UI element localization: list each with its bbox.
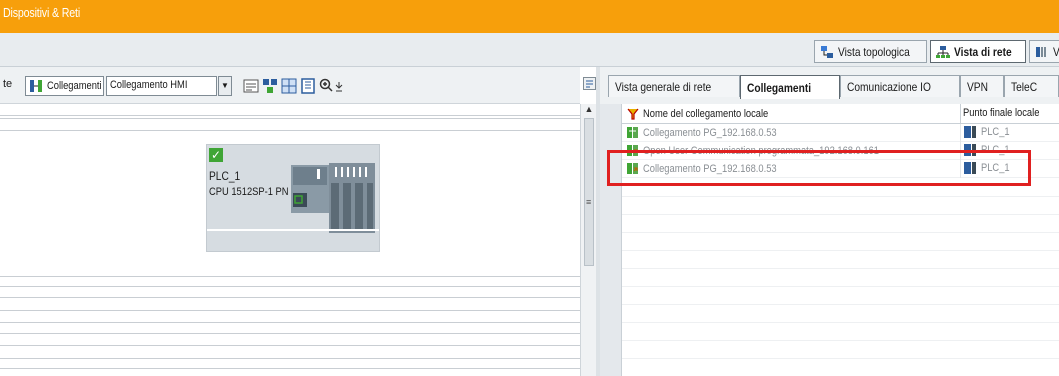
canvas-gridline bbox=[0, 333, 580, 334]
canvas-gridline bbox=[0, 118, 580, 119]
window-title: Dispositivi & Reti bbox=[3, 5, 81, 20]
toolbar-cut-label: te bbox=[3, 78, 13, 90]
tab-topology-view[interactable]: Vista topologica bbox=[814, 40, 927, 63]
connection-type-select[interactable]: Collegamento HMI bbox=[106, 76, 217, 96]
network-toolbar: te Collegamenti Collegamento HMI ▼ bbox=[0, 67, 580, 104]
device-cpu: CPU 1512SP-1 PN bbox=[209, 186, 289, 198]
connection-icon bbox=[627, 127, 638, 138]
plc-hardware-icon bbox=[291, 163, 375, 233]
window-expand-icon[interactable] bbox=[583, 77, 596, 90]
overview-tab-strip: Vista generale di rete Collegamenti Comu… bbox=[600, 67, 1059, 104]
tab-vpn[interactable]: VPN bbox=[960, 75, 1004, 97]
connections-table: Nome del collegamento locale Punto final… bbox=[600, 104, 1059, 376]
table-row[interactable]: Collegamento PG_192.168.0.53 PLC_1 bbox=[622, 124, 1059, 142]
empty-row bbox=[622, 340, 1059, 341]
canvas-gridline bbox=[0, 297, 580, 298]
network-icon[interactable] bbox=[262, 78, 278, 94]
page-icon[interactable] bbox=[300, 78, 316, 94]
empty-row bbox=[622, 322, 1059, 323]
canvas-gridline bbox=[0, 368, 580, 369]
scroll-thumb[interactable]: ≡ bbox=[584, 118, 594, 266]
column-separator bbox=[960, 124, 961, 142]
canvas-gridline bbox=[0, 358, 580, 359]
canvas-gridline bbox=[0, 115, 580, 116]
connections-icon bbox=[30, 80, 42, 92]
network-view-icon bbox=[936, 45, 950, 58]
tab-network-overview[interactable]: Vista generale di rete bbox=[608, 75, 740, 97]
device-name: PLC_1 bbox=[209, 169, 241, 183]
canvas-gridline bbox=[0, 130, 580, 131]
device-bus-band bbox=[207, 229, 379, 231]
empty-row bbox=[622, 358, 1059, 359]
canvas-gridline bbox=[0, 310, 580, 311]
column-header-connection-name[interactable]: Nome del collegamento locale bbox=[626, 107, 790, 120]
column-separator bbox=[960, 104, 961, 124]
table-header: Nome del collegamento locale Punto final… bbox=[622, 104, 1059, 124]
device-view-icon bbox=[1036, 46, 1046, 57]
highlight-box bbox=[607, 150, 1031, 186]
empty-row bbox=[622, 304, 1059, 305]
address-table-icon[interactable] bbox=[243, 78, 259, 94]
zoom-dropdown-icon[interactable] bbox=[334, 78, 344, 94]
grid-icon[interactable] bbox=[281, 78, 297, 94]
canvas-scrollbar[interactable]: ▲ ≡ bbox=[580, 104, 596, 376]
network-overview-panel: Vista generale di rete Collegamenti Comu… bbox=[600, 67, 1059, 376]
empty-row bbox=[622, 286, 1059, 287]
column-header-local-endpoint[interactable]: Punto finale locale bbox=[963, 107, 1053, 119]
canvas-gridline bbox=[0, 286, 580, 287]
grip-icon: ≡ bbox=[586, 197, 592, 207]
row-header-column bbox=[600, 104, 622, 376]
empty-row bbox=[622, 250, 1059, 251]
tab-io-communication[interactable]: Comunicazione IO bbox=[840, 75, 960, 97]
empty-row bbox=[622, 196, 1059, 197]
tab-network-view[interactable]: Vista di rete bbox=[930, 40, 1026, 63]
empty-row bbox=[622, 232, 1059, 233]
canvas-gridline bbox=[0, 345, 580, 346]
connection-name: Collegamento PG_192.168.0.53 bbox=[643, 126, 777, 139]
view-tab-strip: Vista topologica Vista di rete V bbox=[0, 33, 1059, 67]
canvas-gridline bbox=[0, 276, 580, 277]
plc-endpoint-icon bbox=[964, 126, 976, 138]
zoom-icon[interactable] bbox=[319, 78, 335, 94]
tab-device-view[interactable]: V bbox=[1029, 40, 1059, 63]
topology-view-icon bbox=[821, 45, 833, 58]
canvas-gridline bbox=[0, 322, 580, 323]
connection-key-icon bbox=[627, 108, 639, 120]
plc-device-box[interactable]: ✓ PLC_1 CPU 1512SP-1 PN bbox=[206, 144, 380, 252]
tab-connections[interactable]: Collegamenti bbox=[740, 75, 840, 99]
empty-row bbox=[622, 214, 1059, 215]
empty-row bbox=[622, 268, 1059, 269]
title-bar: Dispositivi & Reti bbox=[0, 0, 1059, 33]
connections-button[interactable]: Collegamenti bbox=[25, 76, 104, 96]
local-endpoint: PLC_1 bbox=[981, 126, 1010, 138]
check-ok-icon: ✓ bbox=[209, 148, 223, 162]
scroll-up-icon[interactable]: ▲ bbox=[583, 104, 595, 118]
tab-telecontrol[interactable]: TeleC bbox=[1004, 75, 1059, 97]
chevron-down-icon[interactable]: ▼ bbox=[218, 76, 232, 96]
